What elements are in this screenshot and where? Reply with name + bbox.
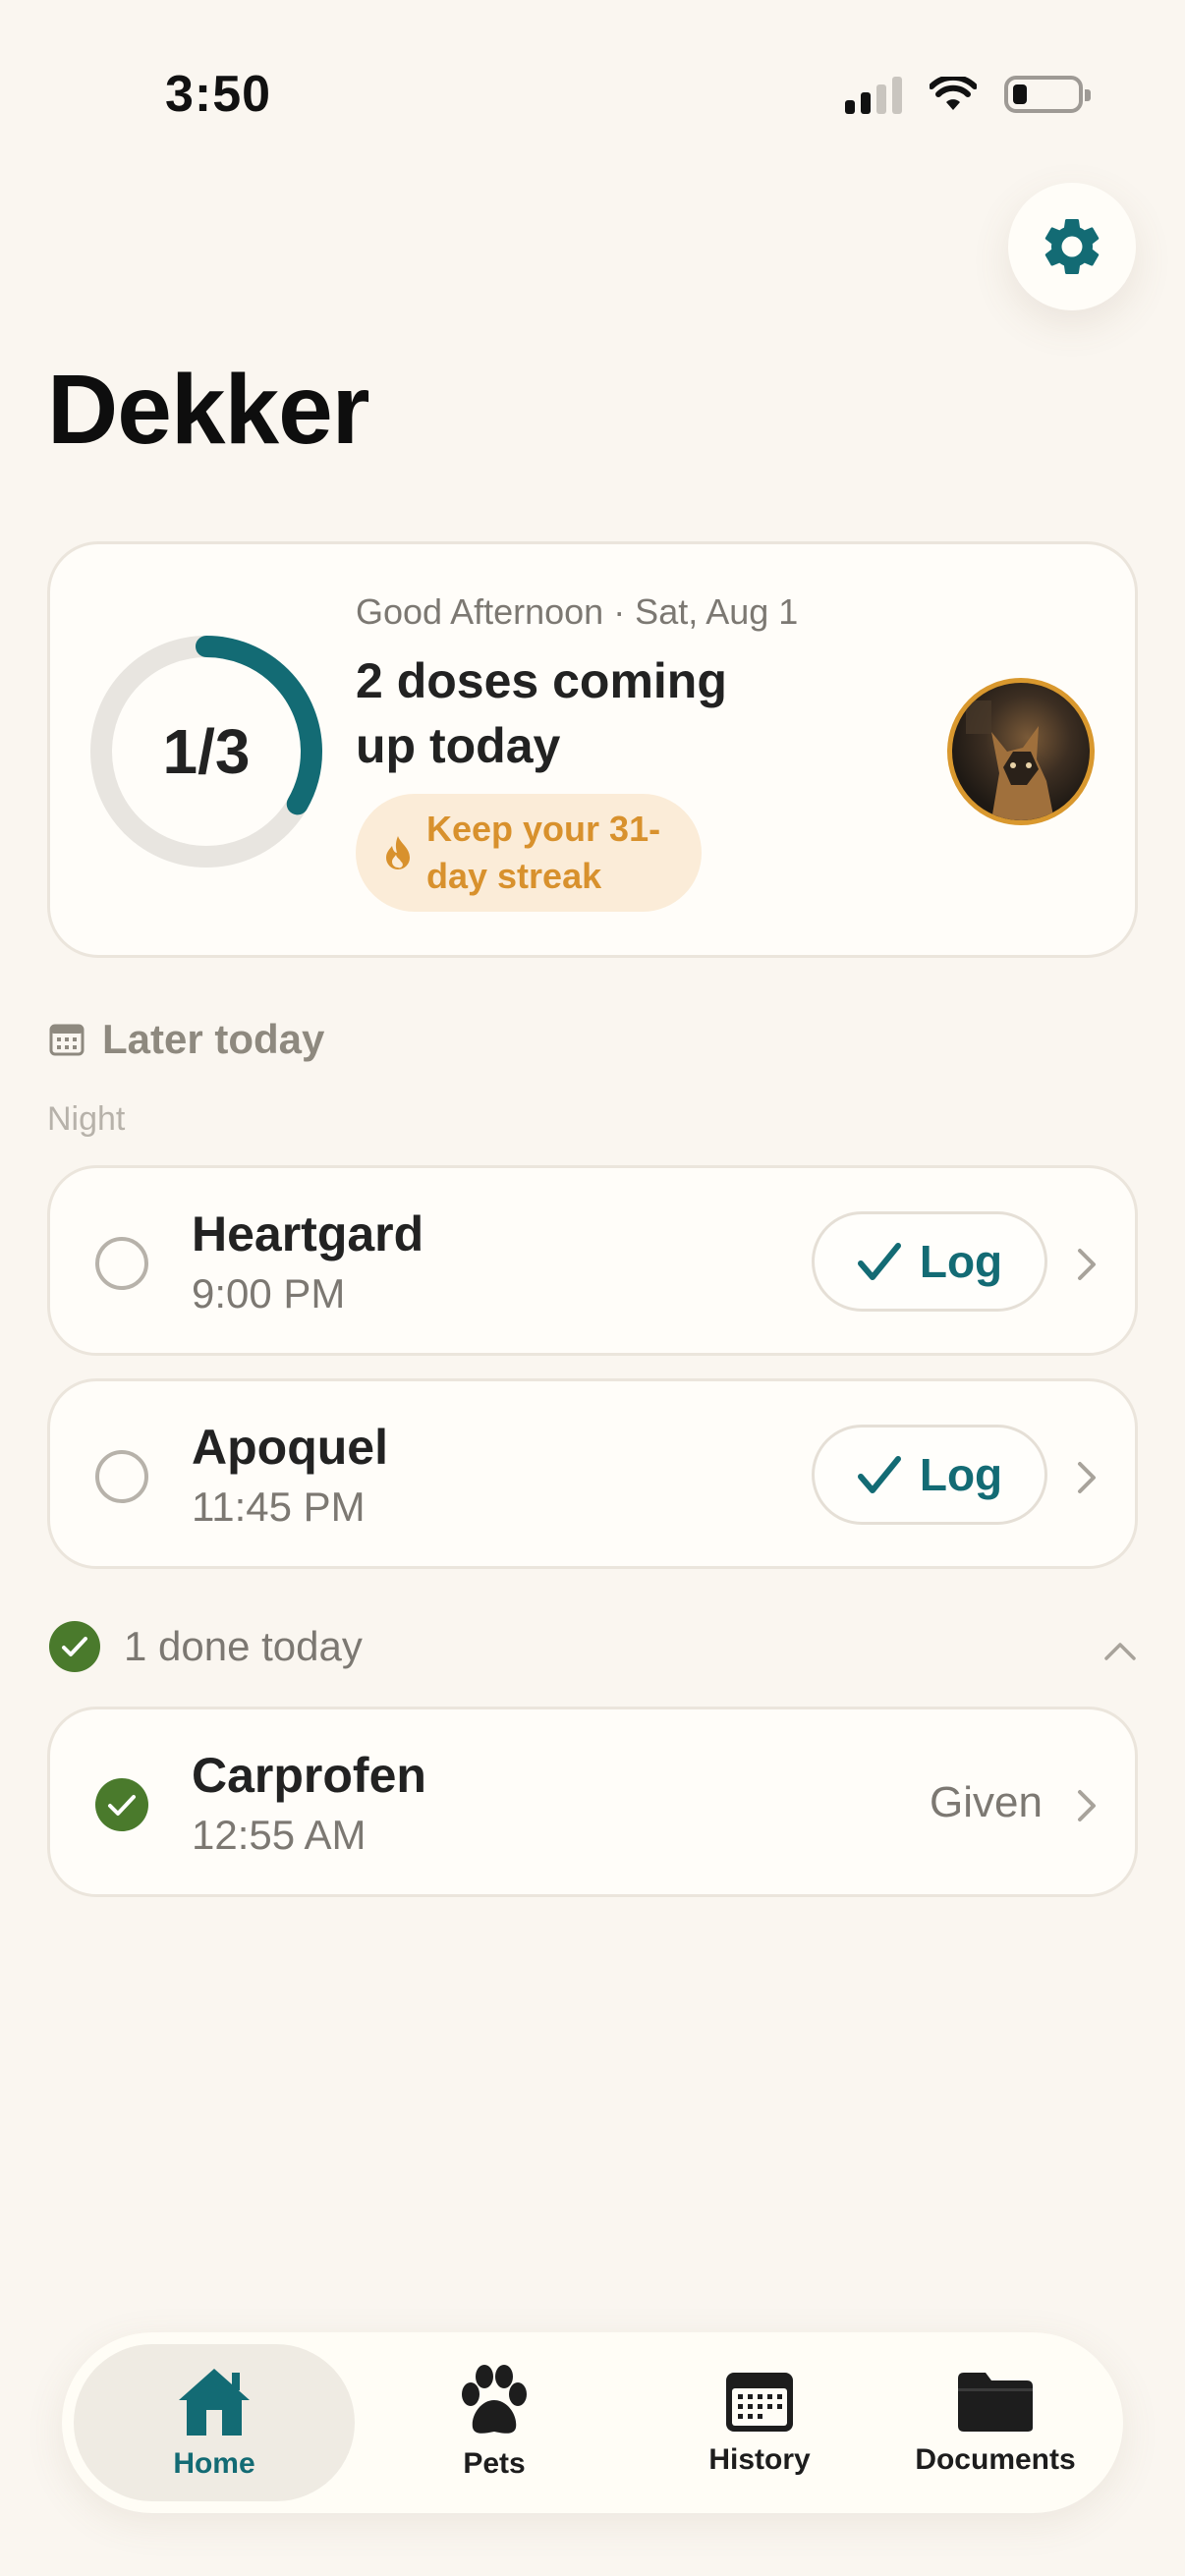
dose-checkbox[interactable] — [95, 1237, 148, 1290]
period-label: Night — [47, 1100, 126, 1138]
later-today-label: Later today — [102, 1016, 325, 1062]
tab-label: Home — [173, 2447, 255, 2480]
wifi-icon — [930, 77, 977, 110]
dose-checkbox[interactable] — [95, 1450, 148, 1503]
progress-count: 1/3 — [162, 716, 251, 787]
dose-card[interactable]: Heartgard 9:00 PM Log — [47, 1165, 1138, 1356]
dose-name: Heartgard — [192, 1206, 424, 1261]
cellular-signal-icon — [845, 75, 902, 114]
house-icon — [179, 2369, 250, 2436]
check-done-icon[interactable] — [95, 1778, 148, 1831]
dose-time: 9:00 PM — [192, 1270, 346, 1316]
calendar-icon — [49, 1024, 85, 1056]
status-icons — [845, 69, 1091, 120]
calendar-icon — [726, 2373, 793, 2432]
tab-history[interactable]: History — [642, 2344, 877, 2501]
dose-card-completed[interactable]: Carprofen 12:55 AM Given — [47, 1707, 1138, 1897]
streak-badge: Keep your 31-day streak — [356, 794, 702, 912]
dog-photo — [966, 700, 1054, 820]
check-badge-icon — [49, 1621, 100, 1672]
gear-icon — [1044, 218, 1100, 274]
later-today-header: Later today — [49, 1016, 324, 1063]
checkmark-icon — [857, 1243, 901, 1280]
battery-icon — [1004, 76, 1091, 113]
chevron-right-icon[interactable] — [1072, 1458, 1101, 1497]
tab-pets[interactable]: Pets — [386, 2344, 602, 2501]
dose-card[interactable]: Apoquel 11:45 PM Log — [47, 1378, 1138, 1569]
status-bar: 3:50 — [0, 0, 1185, 187]
folder-icon — [958, 2373, 1033, 2432]
tab-documents[interactable]: Documents — [877, 2344, 1113, 2501]
dose-name: Carprofen — [192, 1748, 426, 1803]
log-button[interactable]: Log — [812, 1211, 1047, 1312]
log-button[interactable]: Log — [812, 1425, 1047, 1525]
status-time: 3:50 — [165, 66, 272, 123]
dose-name: Apoquel — [192, 1420, 388, 1475]
dose-time: 12:55 AM — [192, 1812, 367, 1858]
tab-bar: Home Pets History Documents — [62, 2332, 1123, 2513]
page-title: Dekker — [47, 355, 370, 465]
doses-headline: 2 doses coming up today — [356, 653, 727, 773]
tab-label: History — [708, 2443, 811, 2476]
dose-time: 11:45 PM — [192, 1484, 366, 1530]
checkmark-icon — [857, 1456, 901, 1493]
done-today-label: 1 done today — [124, 1623, 363, 1669]
log-button-label: Log — [919, 1449, 1003, 1500]
done-today-header[interactable]: 1 done today — [49, 1621, 1140, 1672]
tab-label: Pets — [463, 2447, 526, 2480]
greeting-text: Good Afternoon · Sat, Aug 1 — [356, 591, 799, 632]
given-status: Given — [930, 1778, 1043, 1826]
flame-icon — [386, 836, 410, 869]
chevron-right-icon[interactable] — [1072, 1245, 1101, 1284]
summary-card: 1/3 Good Afternoon · Sat, Aug 1 2 doses … — [47, 541, 1138, 958]
paw-icon — [462, 2365, 527, 2434]
log-button-label: Log — [919, 1236, 1003, 1287]
chevron-right-icon[interactable] — [1072, 1786, 1101, 1825]
tab-home[interactable]: Home — [74, 2344, 355, 2501]
tab-label: Documents — [915, 2443, 1076, 2476]
streak-text: Keep your 31-day streak — [426, 809, 661, 896]
settings-button[interactable] — [1008, 183, 1136, 310]
chevron-up-icon[interactable] — [1100, 1639, 1140, 1662]
pet-avatar[interactable] — [947, 678, 1095, 825]
